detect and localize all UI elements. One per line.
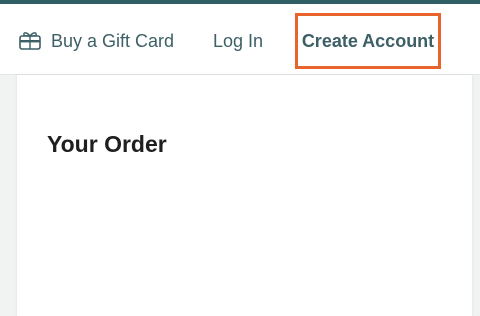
create-account-button[interactable]: Create Account [295, 13, 441, 69]
buy-gift-card-link[interactable]: Buy a Gift Card [18, 28, 174, 54]
site-header: Buy a Gift Card Log In Create Account [0, 4, 480, 75]
log-in-label: Log In [213, 30, 264, 51]
order-title: Your Order [47, 131, 167, 157]
order-panel: Your Order [17, 75, 472, 316]
log-in-link[interactable]: Log In [213, 28, 263, 54]
buy-gift-card-label: Buy a Gift Card [51, 30, 175, 51]
gift-card-icon [18, 31, 42, 51]
create-account-label: Create Account [301, 30, 435, 51]
